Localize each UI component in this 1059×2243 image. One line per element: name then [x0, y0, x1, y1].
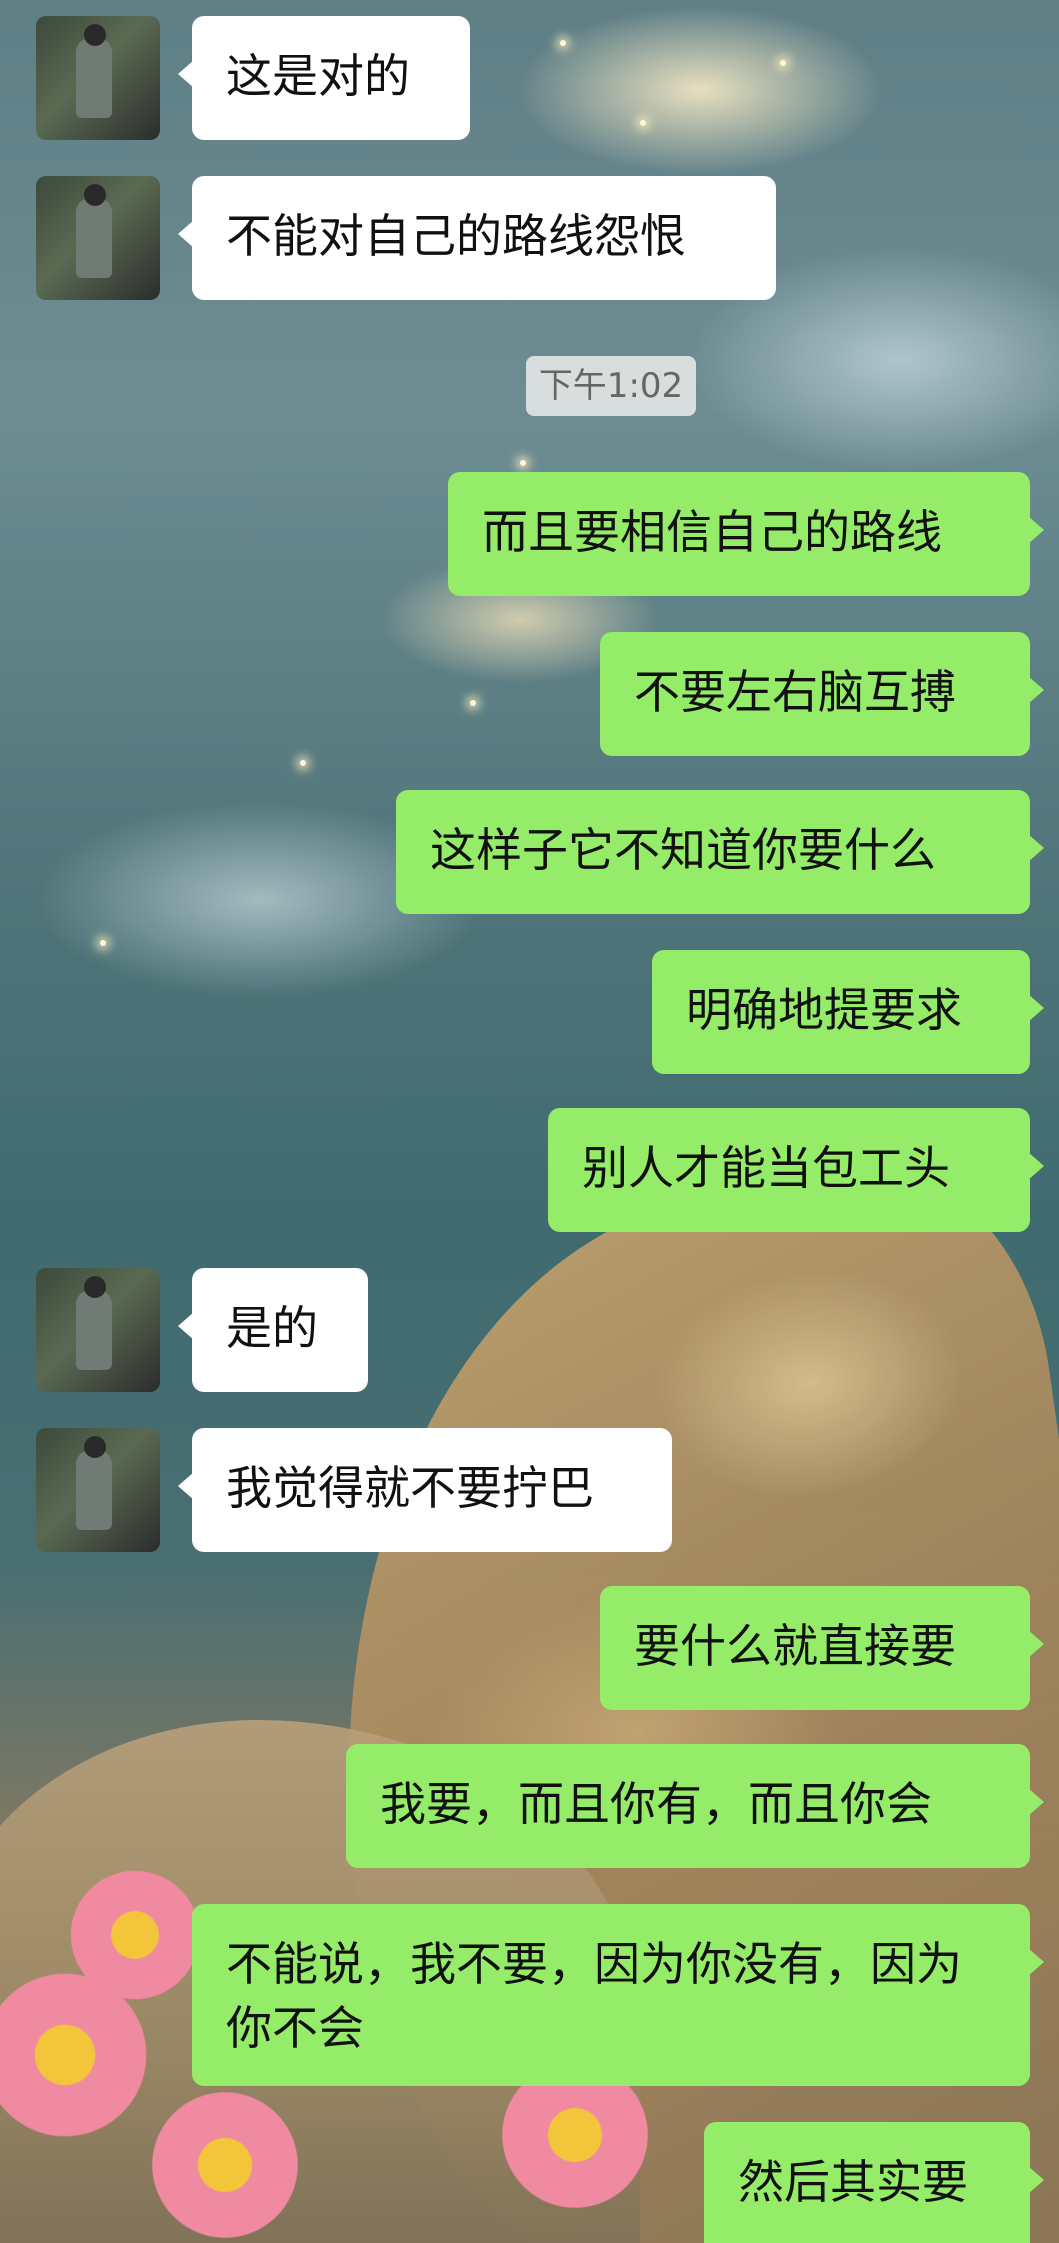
message-bubble[interactable]: 这是对的 [178, 16, 470, 140]
contact-avatar[interactable] [36, 1268, 160, 1392]
message-bubble[interactable]: 不能对自己的路线怨恨 [178, 176, 776, 300]
timestamp: 下午1:02 [526, 356, 696, 416]
avatar-head [84, 24, 106, 46]
flower [60, 1860, 210, 2010]
message-bubble[interactable]: 这样子它不知道你要什么 [396, 790, 1044, 914]
message-bubble[interactable]: 我觉得就不要拧巴 [178, 1428, 672, 1552]
message-bubble[interactable]: 不要左右脑互搏 [600, 632, 1044, 756]
message-bubble[interactable]: 而且要相信自己的路线 [448, 472, 1044, 596]
message-bubble[interactable]: 要什么就直接要 [600, 1586, 1044, 1710]
avatar-head [84, 184, 106, 206]
sparkle [100, 940, 106, 946]
flower [140, 2080, 310, 2243]
message-bubble[interactable]: 然后其实要 [704, 2122, 1044, 2243]
message-bubble[interactable]: 是的 [178, 1268, 368, 1392]
sparkle [470, 700, 476, 706]
sparkle [520, 460, 526, 466]
sparkle [780, 60, 786, 66]
avatar-head [84, 1436, 106, 1458]
contact-avatar[interactable] [36, 1428, 160, 1552]
sparkle [640, 120, 646, 126]
message-bubble[interactable]: 别人才能当包工头 [548, 1108, 1044, 1232]
message-bubble[interactable]: 明确地提要求 [652, 950, 1044, 1074]
contact-avatar[interactable] [36, 176, 160, 300]
message-bubble[interactable]: 不能说，我不要，因为你没有，因为你不会 [192, 1904, 1044, 2086]
avatar-figure [76, 1290, 112, 1370]
sparkle [560, 40, 566, 46]
avatar-figure [76, 198, 112, 278]
avatar-figure [76, 1450, 112, 1530]
sparkle [300, 760, 306, 766]
avatar-head [84, 1276, 106, 1298]
avatar-figure [76, 38, 112, 118]
message-bubble[interactable]: 我要，而且你有，而且你会 [346, 1744, 1044, 1868]
contact-avatar[interactable] [36, 16, 160, 140]
